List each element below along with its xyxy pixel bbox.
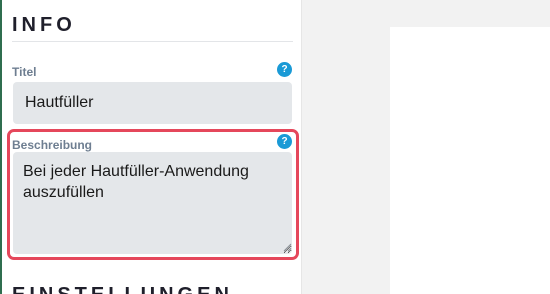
- section-title-info: INFO: [12, 14, 76, 36]
- resize-grip-icon[interactable]: [283, 243, 292, 252]
- description-textarea[interactable]: [13, 152, 292, 254]
- section-divider: [12, 41, 293, 42]
- section-title-settings: EINSTELLUNGEN: [12, 284, 233, 294]
- description-help-icon[interactable]: ?: [277, 134, 292, 149]
- title-input[interactable]: [13, 82, 292, 124]
- info-panel: INFO Titel ? Beschreibung ? EINSTELLUNGE…: [2, 0, 302, 294]
- description-field-label: Beschreibung: [12, 138, 93, 152]
- title-field-label: Titel: [12, 65, 37, 79]
- title-help-icon[interactable]: ?: [277, 62, 292, 77]
- page-preview-sheet[interactable]: [390, 27, 550, 294]
